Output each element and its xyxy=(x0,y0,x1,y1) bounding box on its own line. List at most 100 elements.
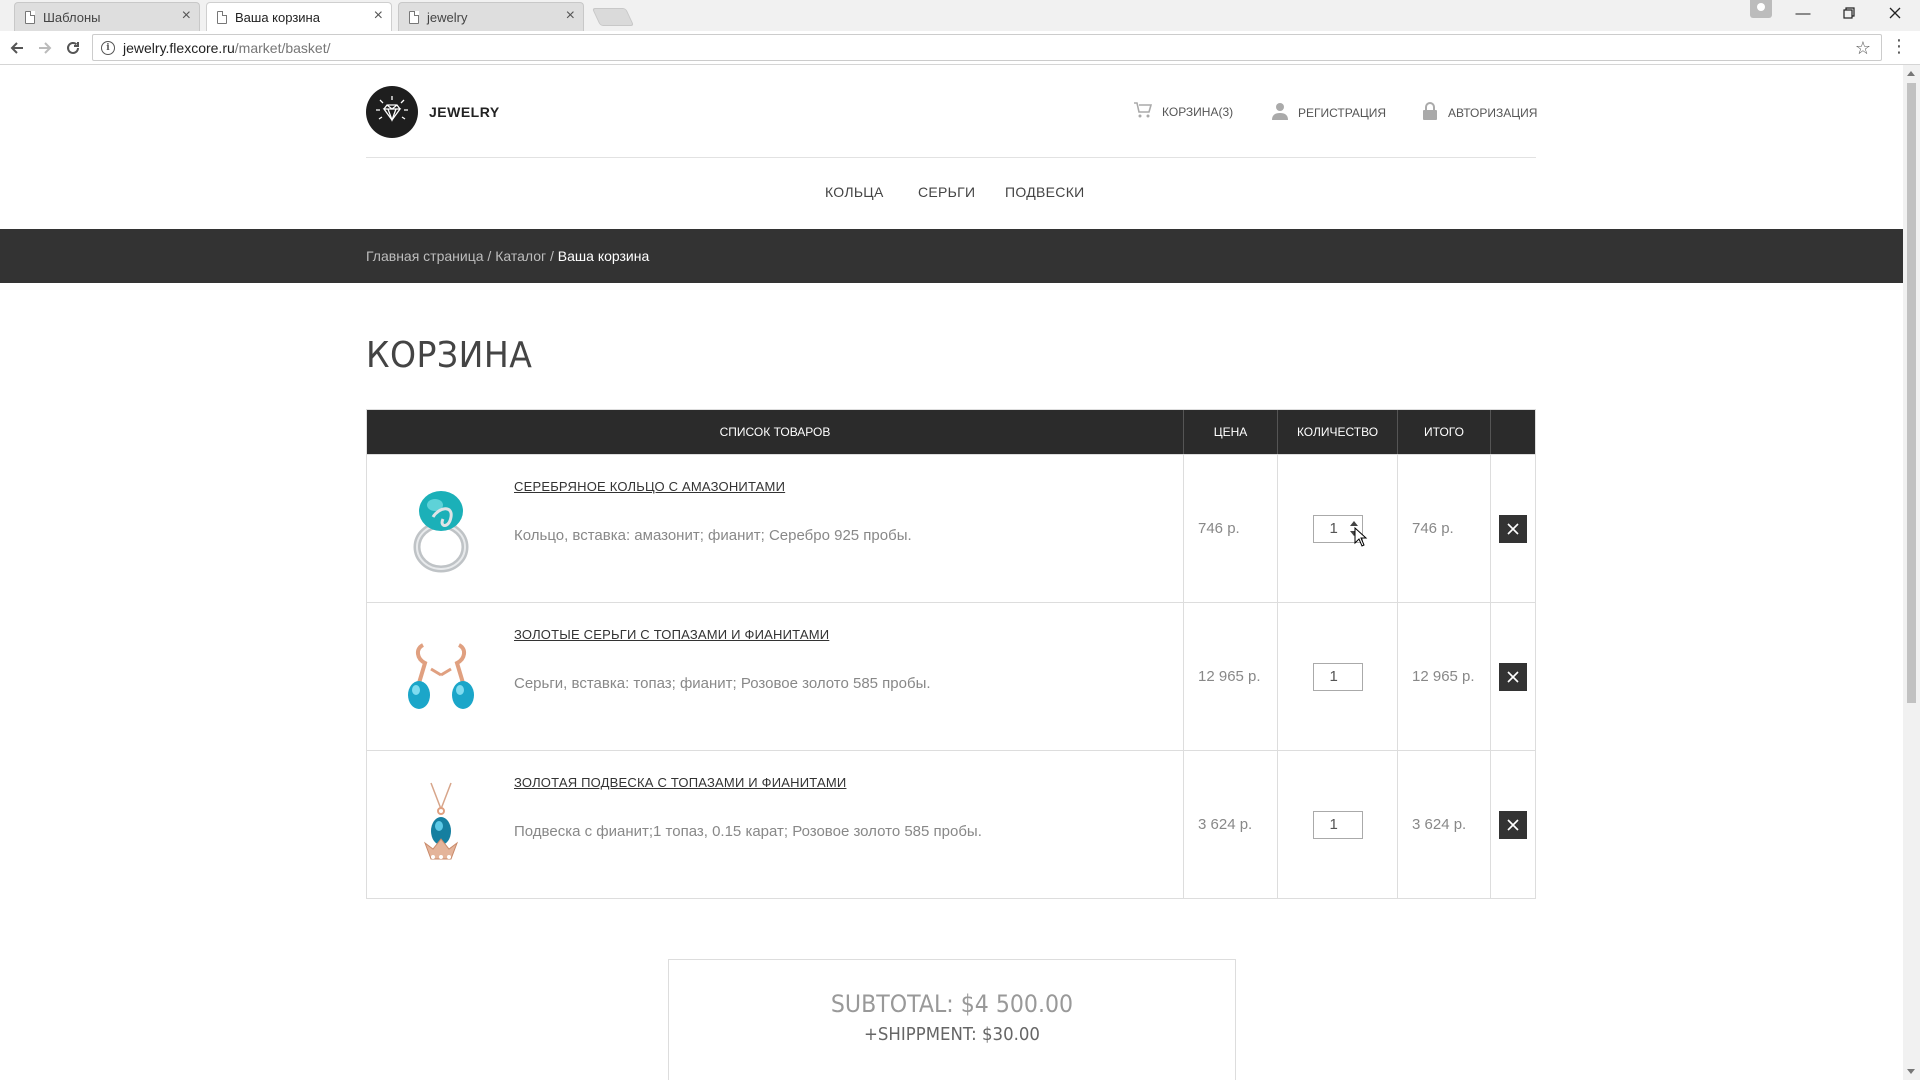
breadcrumb: Главная страница / Каталог / Ваша корзин… xyxy=(366,248,649,264)
tab-basket[interactable]: Ваша корзина × xyxy=(206,2,392,31)
breadcrumb-home[interactable]: Главная страница xyxy=(366,248,484,264)
delete-cell xyxy=(1491,455,1535,602)
catnav-earrings[interactable]: СЕРЬГИ xyxy=(918,184,975,200)
tab-title: Шаблоны xyxy=(43,9,101,25)
minimize-icon[interactable]: — xyxy=(1780,0,1826,26)
item-cell: СЕРЕБРЯНОЕ КОЛЬЦО С АМАЗОНИТАМИ Кольцо, … xyxy=(367,455,1184,602)
page-title: КОРЗИНА xyxy=(366,335,533,376)
product-name-link[interactable]: ЗОЛОТАЯ ПОДВЕСКА С ТОПАЗАМИ И ФИАНИТАМИ xyxy=(514,775,846,790)
new-tab-button[interactable] xyxy=(591,8,635,26)
shipment-text: +SHIPPMENT: $30.00 xyxy=(864,1024,1040,1045)
quantity-value: 1 xyxy=(1329,667,1338,685)
price-cell: 746 р. xyxy=(1184,455,1278,602)
window-close-icon[interactable] xyxy=(1872,0,1918,26)
table-row: ЗОЛОТАЯ ПОДВЕСКА С ТОПАЗАМИ И ФИАНИТАМИ … xyxy=(367,750,1535,898)
close-icon xyxy=(1507,818,1519,831)
page-icon xyxy=(25,11,35,24)
bookmark-star-icon[interactable]: ☆ xyxy=(1855,38,1871,59)
header-price: ЦЕНА xyxy=(1184,410,1278,454)
info-icon[interactable]: i xyxy=(101,40,115,55)
quantity-value: 1 xyxy=(1329,815,1338,833)
back-arrow-icon[interactable] xyxy=(4,35,30,61)
pendant-image[interactable] xyxy=(389,773,493,877)
qty-cell: 1 xyxy=(1278,603,1398,750)
register-label: РЕГИСТРАЦИЯ xyxy=(1298,105,1387,120)
mouse-cursor-icon xyxy=(1354,527,1368,547)
close-icon xyxy=(1507,670,1519,683)
restore-icon[interactable] xyxy=(1826,0,1872,26)
breadcrumb-separator: / xyxy=(483,248,496,264)
lock-icon xyxy=(1422,102,1438,123)
qty-cell: 1 xyxy=(1278,751,1398,898)
product-name-link[interactable]: СЕРЕБРЯНОЕ КОЛЬЦО С АМАЗОНИТАМИ xyxy=(514,479,785,494)
reload-icon[interactable] xyxy=(60,35,86,61)
product-description: Кольцо, вставка: амазонит; фианит; Сереб… xyxy=(514,527,912,544)
close-tab-icon[interactable]: × xyxy=(182,8,191,24)
breadcrumb-catalog[interactable]: Каталог xyxy=(495,248,546,264)
site-logo[interactable]: JEWELRY xyxy=(366,86,500,138)
url-host: jewelry.flexcore.ru xyxy=(123,39,235,56)
header-delete xyxy=(1491,410,1535,454)
catnav-rings[interactable]: КОЛЬЦА xyxy=(825,184,884,200)
close-tab-icon[interactable]: × xyxy=(374,8,383,24)
header-qty: КОЛИЧЕСТВО xyxy=(1278,410,1398,454)
total-cell: 12 965 р. xyxy=(1398,603,1491,750)
product-description: Серьги, вставка: топаз; фианит; Розовое … xyxy=(514,675,931,692)
register-link[interactable]: РЕГИСТРАЦИЯ xyxy=(1272,102,1386,123)
diamond-logo-icon xyxy=(366,86,418,138)
delete-cell xyxy=(1491,751,1535,898)
scroll-thumb[interactable] xyxy=(1907,83,1916,703)
catnav-pendants[interactable]: ПОДВЕСКИ xyxy=(1005,184,1085,200)
login-link[interactable]: АВТОРИЗАЦИЯ xyxy=(1422,102,1537,123)
subtotal-text: SUBTOTAL: $4 500.00 xyxy=(830,990,1074,1018)
product-description: Подвеска с фианит;1 топаз, 0.15 карат; Р… xyxy=(514,823,982,840)
page-icon xyxy=(409,11,419,24)
ring-image[interactable] xyxy=(389,477,493,581)
login-label: АВТОРИЗАЦИЯ xyxy=(1448,105,1538,120)
remove-item-button[interactable] xyxy=(1499,810,1527,839)
order-summary: SUBTOTAL: $4 500.00 +SHIPPMENT: $30.00 xyxy=(668,959,1236,1080)
remove-item-button[interactable] xyxy=(1499,514,1527,543)
user-icon xyxy=(1272,102,1288,123)
earrings-image[interactable] xyxy=(389,625,493,729)
quantity-input[interactable]: 1 xyxy=(1312,810,1363,839)
cart-link[interactable]: КОРЗИНА(3) xyxy=(1134,102,1233,121)
url-path: /market/basket/ xyxy=(234,39,331,56)
header-divider xyxy=(366,157,1536,158)
forward-arrow-icon[interactable] xyxy=(32,35,58,61)
table-header: СПИСОК ТОВАРОВ ЦЕНА КОЛИЧЕСТВО ИТОГО xyxy=(367,410,1535,454)
tab-jewelry[interactable]: jewelry × xyxy=(398,2,584,31)
delete-cell xyxy=(1491,603,1535,750)
page-scrollbar[interactable] xyxy=(1903,65,1920,1080)
scroll-down-arrow-icon[interactable] xyxy=(1907,1069,1915,1074)
quantity-input[interactable]: 1 xyxy=(1312,662,1363,691)
browser-menu-icon[interactable]: ⋮ xyxy=(1890,37,1908,55)
page-icon xyxy=(217,11,227,24)
breadcrumb-current: Ваша корзина xyxy=(557,248,650,264)
url-input[interactable]: i jewelry.flexcore.ru/market/basket/ ☆ xyxy=(92,34,1882,61)
qty-cell: 1 xyxy=(1278,455,1398,602)
breadcrumb-separator: / xyxy=(546,248,558,264)
browser-tab-strip: Шаблоны × Ваша корзина × jewelry × — xyxy=(0,0,1920,31)
remove-item-button[interactable] xyxy=(1499,662,1527,691)
basket-table: СПИСОК ТОВАРОВ ЦЕНА КОЛИЧЕСТВО ИТОГО СЕР… xyxy=(366,409,1536,899)
price-cell: 12 965 р. xyxy=(1184,603,1278,750)
tab-title: Ваша корзина xyxy=(235,9,320,25)
price-cell: 3 624 р. xyxy=(1184,751,1278,898)
table-row: ЗОЛОТЫЕ СЕРЬГИ С ТОПАЗАМИ И ФИАНИТАМИ Се… xyxy=(367,602,1535,750)
breadcrumb-bar: Главная страница / Каталог / Ваша корзин… xyxy=(0,229,1903,283)
close-tab-icon[interactable]: × xyxy=(566,8,575,24)
profile-icon[interactable] xyxy=(1750,0,1772,18)
cart-icon xyxy=(1134,102,1153,121)
product-name-link[interactable]: ЗОЛОТЫЕ СЕРЬГИ С ТОПАЗАМИ И ФИАНИТАМИ xyxy=(514,627,829,642)
tab-templates[interactable]: Шаблоны × xyxy=(14,2,200,31)
tab-title: jewelry xyxy=(427,9,468,25)
quantity-value: 1 xyxy=(1329,519,1338,537)
scroll-up-arrow-icon[interactable] xyxy=(1907,71,1915,76)
page-viewport: JEWELRY КОРЗИНА(3) РЕГИСТРАЦИЯ АВТОРИЗАЦ… xyxy=(0,65,1903,1080)
address-bar: i jewelry.flexcore.ru/market/basket/ ☆ ⋮ xyxy=(0,31,1920,65)
header-total: ИТОГО xyxy=(1398,410,1491,454)
header-items: СПИСОК ТОВАРОВ xyxy=(367,410,1184,454)
total-cell: 3 624 р. xyxy=(1398,751,1491,898)
logo-text: JEWELRY xyxy=(429,104,500,120)
